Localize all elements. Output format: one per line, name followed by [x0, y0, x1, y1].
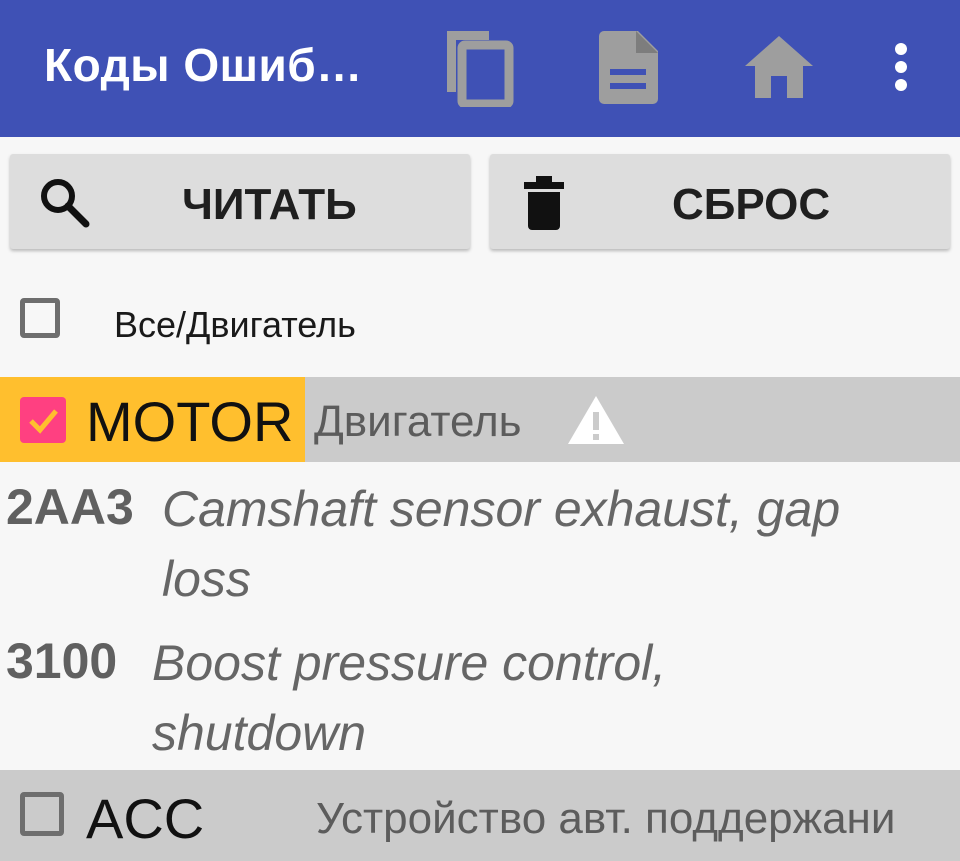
overflow-menu-button[interactable] — [876, 22, 926, 112]
more-vert-icon — [895, 43, 907, 91]
error-description: Camshaft sensor exhaust, gap loss — [162, 481, 841, 607]
warning-icon — [568, 396, 624, 444]
home-button[interactable] — [734, 22, 824, 112]
select-all-label: Все/Двигатель — [114, 304, 356, 345]
select-all-checkbox[interactable] — [20, 298, 60, 338]
error-description: Boost pressure control, shutdown — [152, 635, 667, 761]
group-code: ACC — [86, 787, 205, 850]
app-title: Коды Ошиб… — [44, 39, 363, 91]
read-button-label: ЧИТАТЬ — [182, 180, 357, 229]
app-bar: Коды Ошиб… — [0, 0, 960, 137]
group-header-acc[interactable]: ACC Устройство авт. поддержани — [0, 770, 960, 861]
document-icon — [599, 31, 658, 104]
group-checkbox-acc[interactable] — [20, 792, 64, 836]
group-name: Устройство авт. поддержани — [316, 794, 896, 843]
group-checkbox-motor[interactable] — [20, 397, 66, 443]
reset-button-label: СБРОС — [672, 180, 831, 229]
group-name: Двигатель — [314, 397, 522, 446]
read-button[interactable]: ЧИТАТЬ — [10, 154, 470, 249]
error-code: 3100 — [6, 633, 118, 689]
group-code: MOTOR — [86, 390, 294, 453]
check-icon — [29, 409, 58, 434]
reset-button[interactable]: СБРОС — [490, 154, 950, 249]
home-icon — [745, 36, 813, 98]
trash-icon — [524, 176, 564, 230]
copy-button[interactable] — [434, 22, 524, 112]
copy-icon — [447, 31, 514, 107]
document-button[interactable] — [584, 22, 674, 112]
search-icon — [41, 179, 90, 228]
group-header-motor[interactable]: MOTOR Двигатель — [0, 377, 960, 462]
error-code: 2AA3 — [6, 479, 134, 535]
